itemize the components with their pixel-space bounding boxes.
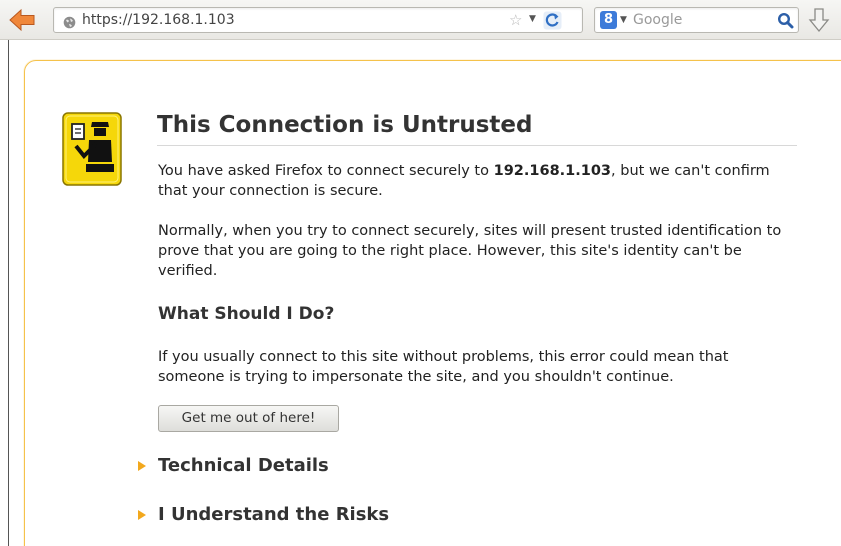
site-identity-icon[interactable] — [63, 14, 76, 29]
search-magnifier-icon[interactable] — [777, 12, 794, 29]
expand-triangle-icon[interactable] — [138, 509, 146, 520]
url-bar[interactable]: https://192.168.1.103 ☆ ▼ — [53, 7, 583, 33]
url-text[interactable]: https://192.168.1.103 — [82, 12, 235, 28]
back-arrow-icon[interactable] — [8, 7, 36, 33]
download-arrow-icon[interactable] — [806, 6, 832, 34]
intro-paragraph: You have asked Firefox to connect secure… — [158, 161, 798, 201]
google-engine-icon[interactable]: 8 — [600, 11, 617, 29]
intro-prefix: You have asked Firefox to connect secure… — [158, 163, 494, 179]
intro-host: 192.168.1.103 — [493, 163, 612, 179]
understand-risks-expander[interactable]: I Understand the Risks — [138, 504, 389, 525]
technical-details-label[interactable]: Technical Details — [158, 455, 329, 476]
page-title: This Connection is Untrusted — [157, 112, 533, 138]
engine-dropdown-icon[interactable]: ▼ — [620, 15, 627, 25]
expand-triangle-icon[interactable] — [138, 460, 146, 471]
search-bar[interactable]: 8 ▼ Google — [594, 7, 799, 33]
technical-details-expander[interactable]: Technical Details — [138, 455, 329, 476]
title-divider — [157, 145, 797, 146]
get-me-out-button[interactable]: Get me out of here! — [158, 405, 339, 432]
history-dropdown-icon[interactable]: ▼ — [529, 14, 536, 24]
what-paragraph: If you usually connect to this site with… — [158, 349, 729, 385]
certificate-warning-icon — [62, 112, 122, 186]
understand-risks-label[interactable]: I Understand the Risks — [158, 504, 389, 525]
normal-paragraph: Normally, when you try to connect secure… — [158, 223, 782, 279]
bookmark-star-icon[interactable]: ☆ — [509, 11, 522, 29]
page-edge — [8, 40, 9, 546]
browser-toolbar: https://192.168.1.103 ☆ ▼ 8 ▼ Google — [0, 0, 841, 40]
search-input[interactable]: Google — [633, 12, 682, 28]
what-heading: What Should I Do? — [158, 304, 335, 324]
reload-icon[interactable] — [543, 11, 562, 30]
